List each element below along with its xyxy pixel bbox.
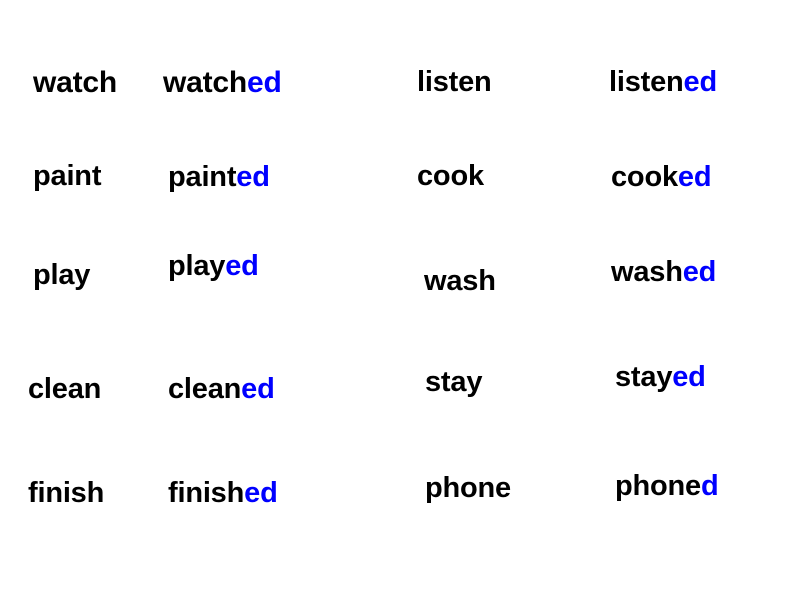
verb-past-played: played (168, 252, 259, 281)
verb-base-text: cook (417, 160, 484, 192)
verb-base-text: listen (417, 66, 492, 98)
verb-past-suffix: ed (236, 161, 270, 193)
verb-base-watch: watch (33, 68, 117, 98)
verb-past-cooked: cooked (611, 161, 712, 193)
verb-past-phoned: phoned (615, 472, 719, 501)
verb-base-clean: clean (28, 375, 101, 404)
verb-past-cleaned: cleaned (168, 375, 275, 404)
verb-past-stem: stay (615, 361, 673, 393)
verb-base-wash: wash (424, 267, 496, 296)
verb-base-text: stay (425, 366, 483, 398)
verb-base-phone: phone (425, 474, 511, 503)
verb-past-suffix: ed (225, 250, 259, 282)
verb-past-suffix: ed (683, 66, 718, 98)
verb-past-suffix: d (701, 470, 719, 502)
verb-base-finish: finish (28, 479, 104, 508)
verb-past-suffix: ed (244, 477, 278, 509)
verb-past-finished: finished (168, 479, 278, 508)
verb-past-stayed: stayed (615, 363, 706, 392)
verb-past-stem: play (168, 250, 226, 282)
verb-past-suffix: ed (677, 161, 712, 193)
verb-past-stem: watch (163, 66, 248, 99)
verb-past-stem: wash (611, 256, 683, 288)
verb-past-stem: phone (615, 470, 701, 502)
verb-base-text: watch (33, 66, 118, 99)
verb-base-text: clean (28, 373, 102, 405)
verb-base-text: paint (33, 160, 102, 192)
verb-base-cook: cook (417, 162, 484, 191)
verb-past-suffix: ed (682, 256, 717, 288)
verb-past-washed: washed (611, 258, 716, 287)
verb-past-stem: paint (168, 161, 237, 193)
verb-past-suffix: ed (247, 66, 282, 99)
verb-past-stem: clean (168, 373, 242, 405)
verb-base-play: play (33, 261, 90, 290)
verb-base-paint: paint (33, 162, 101, 191)
verb-past-watched: watched (163, 68, 282, 98)
verb-base-listen: listen (417, 68, 492, 97)
verb-past-stem: listen (609, 66, 684, 98)
verb-past-suffix: ed (241, 373, 275, 405)
verb-base-text: wash (424, 265, 496, 297)
verb-past-stem: finish (168, 477, 245, 509)
verb-base-text: finish (28, 477, 105, 509)
verb-base-stay: stay (425, 368, 482, 397)
verb-past-listened: listened (609, 68, 717, 97)
verb-past-stem: cook (611, 161, 678, 193)
verb-table-slide: watch watched listen listened paint painted co… (0, 0, 794, 596)
verb-past-painted: painted (168, 163, 270, 192)
verb-base-text: play (33, 259, 91, 291)
verb-base-text: phone (425, 472, 511, 504)
verb-past-suffix: ed (672, 361, 706, 393)
